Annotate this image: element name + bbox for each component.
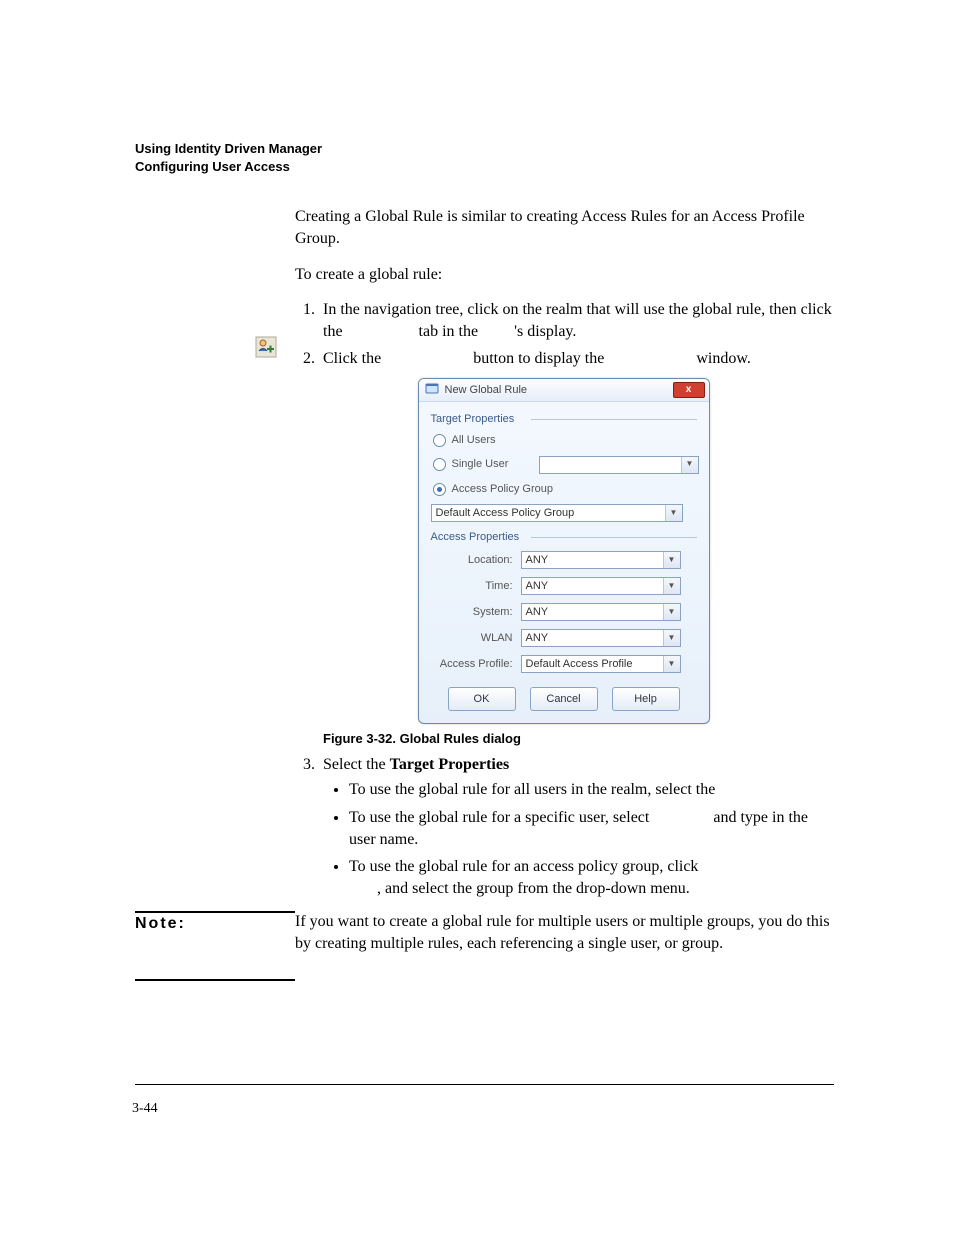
time-label: Time: xyxy=(431,579,521,594)
step-2: Click the button to display the window. xyxy=(319,348,834,748)
page-header: Using Identity Driven Manager Configurin… xyxy=(135,140,834,176)
system-select[interactable]: ANY▼ xyxy=(521,603,681,621)
step-1: In the navigation tree, click on the rea… xyxy=(319,299,834,342)
time-select[interactable]: ANY▼ xyxy=(521,577,681,595)
dialog-title: New Global Rule xyxy=(445,383,673,398)
ok-button[interactable]: OK xyxy=(448,687,516,711)
header-line-2: Configuring User Access xyxy=(135,158,834,176)
new-global-rule-dialog: New Global Rule x Target Properties All … xyxy=(418,378,710,724)
bullet-apg: To use the global rule for an access pol… xyxy=(349,856,834,899)
radio-all-users-row[interactable]: All Users xyxy=(431,429,697,452)
chevron-down-icon[interactable]: ▼ xyxy=(665,505,682,521)
lead-sentence: To create a global rule: xyxy=(295,264,834,286)
radio-single-user-label: Single User xyxy=(452,457,509,472)
radio-all-users-label: All Users xyxy=(452,433,496,448)
cancel-button[interactable]: Cancel xyxy=(530,687,598,711)
close-icon[interactable]: x xyxy=(673,382,705,398)
access-profile-label: Access Profile: xyxy=(431,657,521,672)
chevron-down-icon[interactable]: ▼ xyxy=(663,656,680,672)
radio-single-user-row[interactable]: Single User ▼ xyxy=(431,452,709,478)
apg-select[interactable]: Default Access Policy Group ▼ xyxy=(431,504,683,522)
figure-caption: Figure 3-32. Global Rules dialog xyxy=(323,730,834,748)
location-select[interactable]: ANY▼ xyxy=(521,551,681,569)
footer-rule xyxy=(135,1084,834,1085)
dialog-icon xyxy=(425,381,439,400)
bullet-single-user: To use the global rule for a specific us… xyxy=(349,807,834,850)
help-button[interactable]: Help xyxy=(612,687,680,711)
radio-access-policy-group[interactable] xyxy=(433,483,446,496)
radio-single-user[interactable] xyxy=(433,458,446,471)
bullet-all-users: To use the global rule for all users in … xyxy=(349,779,834,801)
page-number: 3-44 xyxy=(132,1101,158,1117)
apg-value: Default Access Policy Group xyxy=(436,506,575,521)
header-line-1: Using Identity Driven Manager xyxy=(135,140,834,158)
toolbar-icon xyxy=(255,336,277,358)
wlan-label: WLAN xyxy=(431,631,521,646)
step-3: Select the Target Properties To use the … xyxy=(319,754,834,900)
radio-all-users[interactable] xyxy=(433,434,446,447)
location-label: Location: xyxy=(431,553,521,568)
chevron-down-icon[interactable]: ▼ xyxy=(663,552,680,568)
target-properties-label: Target Properties xyxy=(431,412,697,427)
access-profile-select[interactable]: Default Access Profile▼ xyxy=(521,655,681,673)
dialog-titlebar: New Global Rule x xyxy=(419,379,709,402)
chevron-down-icon[interactable]: ▼ xyxy=(681,457,698,473)
access-properties-label: Access Properties xyxy=(431,530,697,545)
chevron-down-icon[interactable]: ▼ xyxy=(663,630,680,646)
chevron-down-icon[interactable]: ▼ xyxy=(663,578,680,594)
radio-apg-label: Access Policy Group xyxy=(452,482,553,497)
note-body: If you want to create a global rule for … xyxy=(295,911,834,981)
chevron-down-icon[interactable]: ▼ xyxy=(663,604,680,620)
note-label: Note: xyxy=(135,911,295,981)
radio-apg-row[interactable]: Access Policy Group xyxy=(431,478,697,501)
system-label: System: xyxy=(431,605,521,620)
single-user-input[interactable]: ▼ xyxy=(539,456,699,474)
wlan-select[interactable]: ANY▼ xyxy=(521,629,681,647)
intro-paragraph: Creating a Global Rule is similar to cre… xyxy=(295,206,834,249)
